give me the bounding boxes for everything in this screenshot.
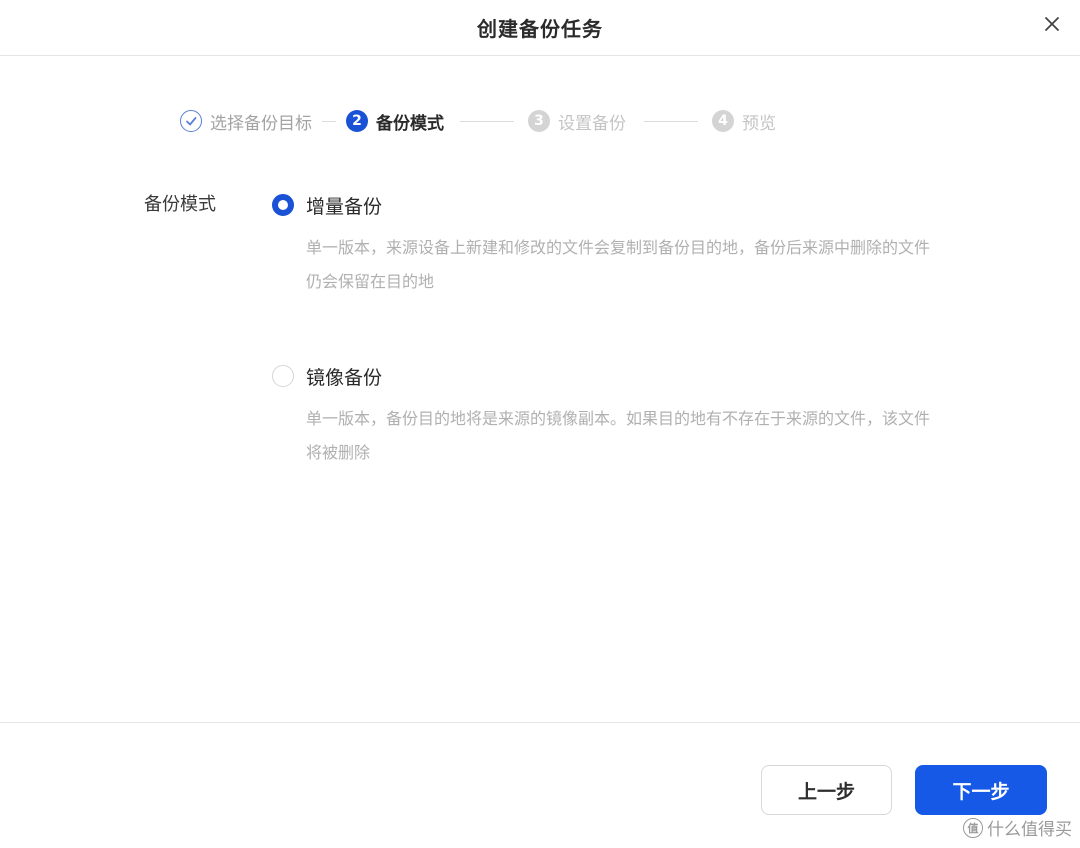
backup-mode-label: 备份模式	[144, 194, 216, 215]
step-number-badge: 2	[346, 110, 368, 132]
dialog-title: 创建备份任务	[477, 17, 603, 41]
option-description: 单一版本，备份目的地将是来源的镜像副本。如果目的地有不存在于来源的文件，该文件将…	[306, 409, 931, 462]
step-check-icon	[180, 110, 202, 132]
option-label: 增量备份	[306, 195, 383, 218]
step-connector	[644, 120, 698, 122]
radio-checked-icon[interactable]	[272, 194, 294, 216]
option-label: 镜像备份	[306, 366, 383, 389]
step-number-badge: 3	[528, 110, 550, 132]
dialog-header: 创建备份任务	[0, 0, 1080, 56]
radio-unchecked-icon[interactable]	[272, 365, 294, 387]
step-backup-mode: 2 备份模式	[346, 107, 444, 135]
watermark-text: 什么值得买	[987, 820, 1072, 840]
watermark: 值 什么值得买	[963, 815, 1072, 840]
step-label: 备份模式	[376, 113, 444, 134]
create-backup-dialog: 创建备份任务 选择备份目标 2 备份模式 3 设置备份 4 预览 备份模式 增量…	[0, 0, 1080, 848]
close-icon[interactable]	[1040, 12, 1064, 36]
previous-step-button[interactable]: 上一步	[761, 765, 892, 815]
radio-mirror[interactable]: 镜像备份	[272, 362, 936, 390]
step-label: 预览	[742, 113, 776, 134]
watermark-logo-icon: 值	[963, 817, 983, 838]
step-connector	[322, 120, 336, 122]
dialog-footer: 上一步 下一步	[0, 722, 1080, 848]
step-number-badge: 4	[712, 110, 734, 132]
step-label: 选择备份目标	[210, 113, 312, 134]
step-select-target: 选择备份目标	[180, 107, 312, 135]
step-settings: 3 设置备份	[528, 107, 626, 135]
stepper: 选择备份目标 2 备份模式 3 设置备份 4 预览	[180, 107, 776, 135]
radio-incremental[interactable]: 增量备份	[272, 191, 936, 219]
option-incremental: 增量备份 单一版本，来源设备上新建和修改的文件会复制到备份目的地，备份后来源中删…	[272, 191, 936, 299]
option-mirror: 镜像备份 单一版本，备份目的地将是来源的镜像副本。如果目的地有不存在于来源的文件…	[272, 362, 936, 470]
step-label: 设置备份	[558, 113, 626, 134]
step-connector	[460, 120, 514, 122]
option-description: 单一版本，来源设备上新建和修改的文件会复制到备份目的地，备份后来源中删除的文件仍…	[306, 238, 931, 291]
next-step-button[interactable]: 下一步	[915, 765, 1047, 815]
step-preview: 4 预览	[712, 107, 776, 135]
